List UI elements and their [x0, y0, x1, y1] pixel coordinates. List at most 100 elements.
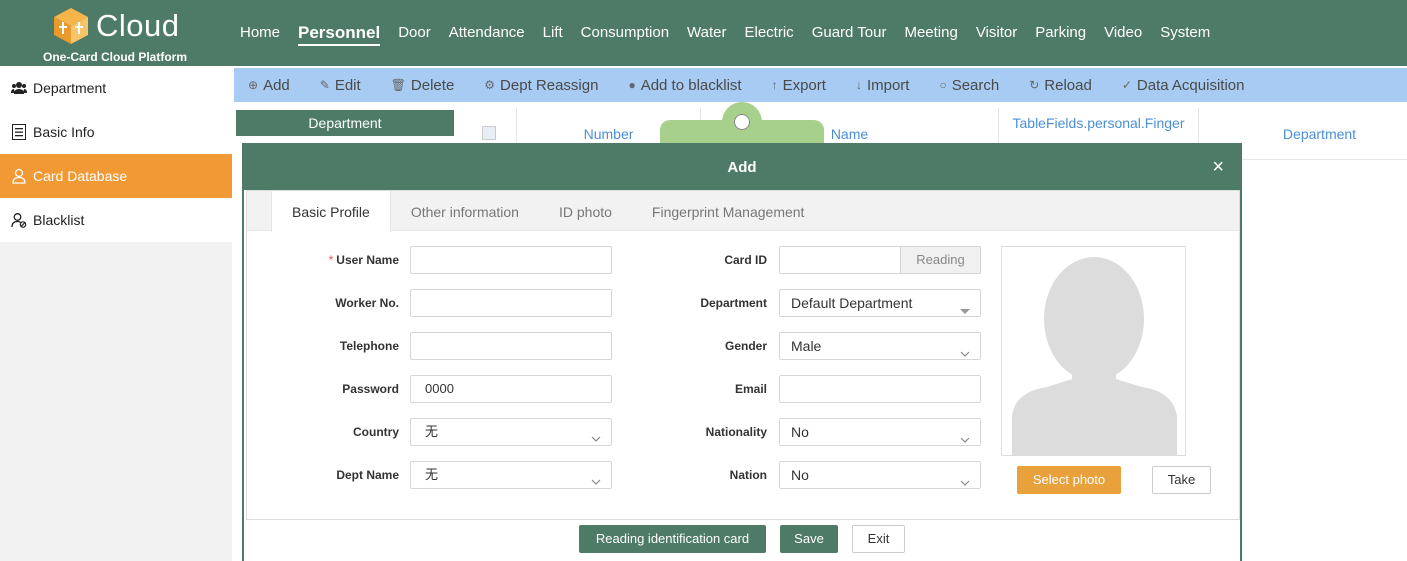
email-label: Email — [734, 382, 767, 396]
exit-button[interactable]: Exit — [852, 525, 905, 553]
password-field[interactable]: 0000 — [410, 375, 612, 403]
select-value: Male — [791, 338, 822, 354]
add-icon: ⊕ — [248, 78, 259, 92]
logo-text: Cloud — [96, 8, 180, 43]
caret-down-icon — [960, 298, 970, 314]
country-select[interactable]: 无 — [410, 418, 612, 446]
toolbar-edit-button[interactable]: ✎ Edit — [320, 77, 361, 94]
select-value: 无 — [425, 467, 439, 482]
nav-item-guard-tour[interactable]: Guard Tour — [804, 0, 895, 66]
sidebar-item-blacklist[interactable]: Blacklist — [0, 198, 232, 242]
sidebar-item-card-database[interactable]: Card Database — [0, 154, 232, 198]
nav-item-electric[interactable]: Electric — [737, 0, 802, 66]
export-icon: ↑ — [771, 78, 778, 92]
nationality-select[interactable]: No — [779, 418, 981, 446]
toolbar-add-to-blacklist-button[interactable]: ● Add to blacklist — [628, 77, 741, 94]
sidebar-item-label: Department — [33, 80, 107, 96]
app-logo[interactable]: Cloud One-Card Cloud Platform — [40, 6, 190, 64]
toolbar-add-button[interactable]: ⊕ Add — [248, 77, 290, 94]
toolbar-data-acquisition-button[interactable]: ✓ Data Acquisition — [1122, 77, 1245, 94]
take-photo-button[interactable]: Take — [1152, 466, 1211, 494]
toolbar-reload-button[interactable]: ↻ Reload — [1029, 77, 1092, 94]
reload-icon: ↻ — [1029, 78, 1040, 92]
logo-cube-icon — [54, 8, 88, 44]
nav-item-meeting[interactable]: Meeting — [896, 0, 965, 66]
nav-item-consumption[interactable]: Consumption — [573, 0, 677, 66]
department-select[interactable]: Default Department — [779, 289, 981, 317]
sidebar-item-department[interactable]: Department — [0, 66, 232, 110]
nav-item-lift[interactable]: Lift — [535, 0, 571, 66]
sidebar-item-label: Card Database — [33, 168, 128, 184]
select-value: No — [791, 424, 809, 440]
select-photo-button[interactable]: Select photo — [1017, 466, 1121, 494]
card-id-field[interactable] — [779, 246, 901, 274]
modal-tabs: Basic Profile Other information ID photo Fi… — [247, 191, 1239, 232]
modal-body: Basic Profile Other information ID photo Fi… — [246, 190, 1240, 520]
save-button[interactable]: Save — [780, 525, 838, 553]
tab-fingerprint-management[interactable]: Fingerprint Management — [632, 191, 825, 230]
field-label-text: Password — [342, 382, 399, 396]
nav-item-parking[interactable]: Parking — [1027, 0, 1094, 66]
modal-title: Add — [727, 159, 757, 176]
chevron-down-icon — [960, 341, 970, 357]
avatar-silhouette-icon — [1002, 247, 1185, 455]
department-panel-header: Department — [236, 110, 454, 136]
nav-item-door[interactable]: Door — [390, 0, 439, 66]
clip-hole — [734, 114, 750, 130]
card-reading-button[interactable]: Reading — [900, 246, 981, 274]
required-marker: * — [328, 253, 334, 267]
field-label-text: Telephone — [339, 339, 399, 353]
user-name-field[interactable] — [410, 246, 612, 274]
logo-subtitle: One-Card Cloud Platform — [43, 50, 188, 64]
toolbar-search-button[interactable]: ○ Search — [939, 77, 999, 94]
gender-select[interactable]: Male — [779, 332, 981, 360]
tab-basic-profile[interactable]: Basic Profile — [271, 191, 391, 232]
worker-no-label: Worker No. — [287, 289, 399, 317]
toolbar-export-button[interactable]: ↑ Export — [772, 77, 826, 94]
department-label: Department — [700, 296, 767, 310]
toolbar-label: Reload — [1044, 76, 1092, 94]
user-block-icon — [10, 211, 28, 229]
sidebar-item-label: Basic Info — [33, 124, 95, 140]
edit-icon: ✎ — [319, 78, 330, 92]
nav-item-video[interactable]: Video — [1096, 0, 1150, 66]
nav-item-personnel[interactable]: Personnel — [290, 0, 388, 66]
toolbar-import-button[interactable]: ↓ Import — [856, 77, 910, 94]
email-field[interactable] — [779, 375, 981, 403]
field-label-text: Worker No. — [335, 296, 399, 310]
toolbar-label: Delete — [410, 76, 455, 94]
toolbar-delete-button[interactable]: 🗑 Delete — [391, 77, 455, 94]
chevron-down-icon — [591, 427, 601, 442]
toolbar-dept-reassign-button[interactable]: ⚙ Dept Reassign — [484, 77, 598, 94]
tab-id-photo[interactable]: ID photo — [539, 191, 632, 230]
chevron-down-icon — [960, 470, 970, 486]
sidebar: Department Basic Info Card Database Blackli… — [0, 66, 232, 561]
nation-select[interactable]: No — [779, 461, 981, 489]
delete-icon: 🗑 — [390, 78, 406, 92]
close-icon[interactable]: × — [1212, 145, 1224, 190]
card-id-label: Card ID — [724, 253, 767, 267]
dept-name-select[interactable]: 无 — [410, 461, 612, 489]
toolbar-label: Search — [951, 76, 1000, 94]
toolbar-label: Dept Reassign — [500, 76, 599, 94]
sidebar-item-basic-info[interactable]: Basic Info — [0, 110, 232, 154]
group-icon — [10, 79, 28, 97]
gender-label: Gender — [724, 339, 767, 353]
tab-other-information[interactable]: Other information — [391, 191, 539, 230]
nav-item-home[interactable]: Home — [232, 0, 288, 66]
toolbar-label: Export — [782, 76, 826, 94]
nav-item-system[interactable]: System — [1152, 0, 1218, 66]
nav-item-attendance[interactable]: Attendance — [441, 0, 533, 66]
field-label-text: Dept Name — [336, 468, 399, 482]
nav-item-visitor[interactable]: Visitor — [968, 0, 1025, 66]
telephone-field[interactable] — [410, 332, 612, 360]
worker-no-field[interactable] — [410, 289, 612, 317]
search-icon: ○ — [939, 78, 947, 92]
nav-item-water[interactable]: Water — [679, 0, 734, 66]
read-id-card-button[interactable]: Reading identification card — [579, 525, 766, 553]
select-all-checkbox[interactable] — [482, 126, 496, 140]
select-value: Default Department — [791, 295, 913, 311]
toolbar-label: Data Acquisition — [1136, 76, 1245, 94]
toolbar-label: Edit — [334, 76, 361, 94]
data-acquisition-icon: ✓ — [1121, 78, 1132, 92]
